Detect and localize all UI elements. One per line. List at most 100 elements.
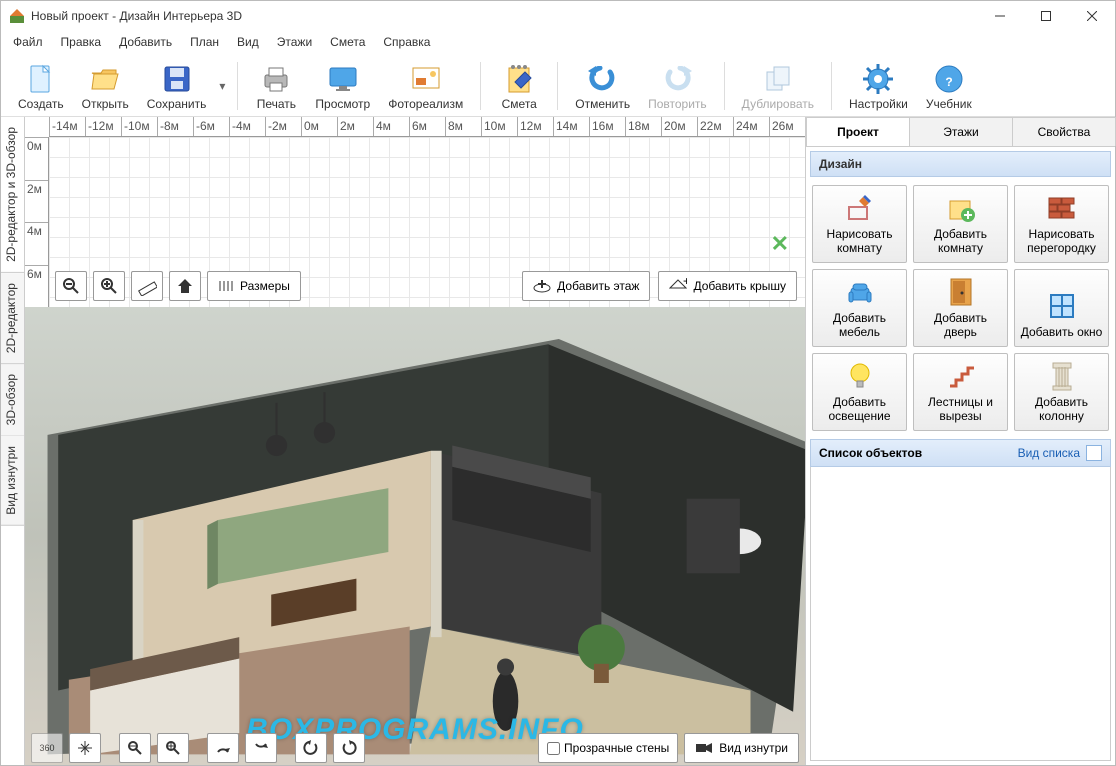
notepad-icon [503,63,535,95]
design-section-header: Дизайн [810,151,1111,177]
photoreal-icon [410,63,442,95]
tb-print[interactable]: Печать [248,56,304,116]
print-icon [260,63,292,95]
duplicate-icon [762,63,794,95]
light-icon [844,360,876,392]
tb-settings[interactable]: Настройки [842,56,915,116]
dimensions-icon [218,279,234,293]
tb-redo[interactable]: Повторить [641,56,714,116]
btn-stairs[interactable]: Лестницы и вырезы [913,353,1008,431]
ruler-horizontal: -14м-12м-10м-8м-6м-4м-2м0м2м4м6м8м10м12м… [49,117,805,137]
rtab-props[interactable]: Свойства [1012,117,1116,146]
furniture-icon [844,276,876,308]
btn-add-door[interactable]: Добавить дверь [913,269,1008,347]
pan-button[interactable] [69,733,101,763]
tilt-up-button[interactable] [207,733,239,763]
rtab-project[interactable]: Проект [806,117,910,146]
rotate-left-button[interactable] [295,733,327,763]
menu-view[interactable]: Вид [229,33,267,51]
view-inside-button[interactable]: Вид изнутри [684,733,799,763]
menu-add[interactable]: Добавить [111,33,180,51]
object-list-header: Список объектов Вид списка [810,439,1111,467]
btn-add-room[interactable]: Добавить комнату [913,185,1008,263]
tb-help[interactable]: ?Учебник [919,56,979,116]
app-icon [9,8,25,24]
design-buttons: Нарисовать комнату Добавить комнату Нари… [806,181,1115,435]
svg-text:?: ? [945,75,952,89]
zoom-out-3d-button[interactable] [119,733,151,763]
gear-icon [862,63,894,95]
titlebar: Новый проект - Дизайн Интерьера 3D [1,1,1115,31]
tb-estimate[interactable]: Смета [491,56,547,116]
zoom-in-3d-button[interactable] [157,733,189,763]
tb-save[interactable]: Сохранить [140,56,214,116]
door-icon [945,276,977,308]
add-room-icon [945,192,977,224]
transparent-walls-checkbox[interactable]: Прозрачные стены [538,733,678,763]
svg-text:+: + [683,278,687,288]
partition-icon [1046,192,1078,224]
list-view-icon[interactable] [1086,445,1102,461]
btn-add-column[interactable]: Добавить колонну [1014,353,1109,431]
toolbar: Создать Открыть Сохранить ▾ Печать Просм… [1,53,1115,117]
right-panel: Проект Этажи Свойства Дизайн Нарисовать … [806,117,1115,765]
tilt-down-button[interactable] [245,733,277,763]
btn-draw-room[interactable]: Нарисовать комнату [812,185,907,263]
vtab-2d[interactable]: 2D-редактор [1,273,24,364]
btn-add-light[interactable]: Добавить освещение [812,353,907,431]
folder-open-icon [89,63,121,95]
grid-2d[interactable]: -14м-12м-10м-8м-6м-4м-2м0м2м4м6м8м10м12м… [25,117,805,307]
list-view-toggle[interactable]: Вид списка [1018,446,1080,460]
btn-add-window[interactable]: Добавить окно [1014,269,1109,347]
tb-undo[interactable]: Отменить [568,56,637,116]
vtab-3d[interactable]: 3D-обзор [1,364,24,436]
rotate-360-button[interactable]: 360 [31,733,63,763]
menubar: Файл Правка Добавить План Вид Этажи Смет… [1,31,1115,53]
menu-edit[interactable]: Правка [53,33,110,51]
btn-add-furniture[interactable]: Добавить мебель [812,269,907,347]
file-new-icon [25,63,57,95]
measure-button[interactable] [131,271,163,301]
tb-create[interactable]: Создать [11,56,71,116]
tb-open[interactable]: Открыть [75,56,136,116]
view-3d[interactable]: BOXPROGRAMS.INFO 360 Прозрачные стены Ви… [25,307,805,765]
monitor-icon [327,63,359,95]
right-tabs: Проект Этажи Свойства [806,117,1115,147]
close-button[interactable] [1069,1,1115,31]
maximize-button[interactable] [1023,1,1069,31]
view3d-controls: 360 Прозрачные стены Вид изнутри [25,731,805,765]
save-icon [161,63,193,95]
camera-icon [695,741,713,755]
menu-plan[interactable]: План [182,33,227,51]
tb-save-dropdown[interactable]: ▾ [217,58,227,114]
rotate-right-button[interactable] [333,733,365,763]
ruler-vertical: 0м2м4м6м [25,137,49,307]
add-floor-button[interactable]: Добавить этаж [522,271,650,301]
menu-file[interactable]: Файл [5,33,51,51]
window-icon [1046,290,1078,322]
draw-room-icon [844,192,876,224]
object-list[interactable] [810,467,1111,761]
vtab-combo[interactable]: 2D-редактор и 3D-обзор [1,117,24,273]
rtab-floors[interactable]: Этажи [909,117,1013,146]
add-roof-button[interactable]: +Добавить крышу [658,271,797,301]
zoom-in-button[interactable] [93,271,125,301]
menu-floors[interactable]: Этажи [269,33,320,51]
window-title: Новый проект - Дизайн Интерьера 3D [31,9,977,23]
column-icon [1046,360,1078,392]
zoom-out-button[interactable] [55,271,87,301]
btn-draw-partition[interactable]: Нарисовать перегородку [1014,185,1109,263]
menu-help[interactable]: Справка [375,33,438,51]
menu-estimate[interactable]: Смета [322,33,373,51]
tb-photoreal[interactable]: Фотореализм [381,56,470,116]
stairs-icon [945,360,977,392]
undo-icon [587,63,619,95]
minimize-button[interactable] [977,1,1023,31]
tb-preview[interactable]: Просмотр [308,56,377,116]
home-button[interactable] [169,271,201,301]
vtab-inside[interactable]: Вид изнутри [1,436,24,526]
add-floor-icon [533,278,551,294]
render-preview [25,307,805,765]
dimensions-button[interactable]: Размеры [207,271,301,301]
tb-duplicate[interactable]: Дублировать [735,56,821,116]
